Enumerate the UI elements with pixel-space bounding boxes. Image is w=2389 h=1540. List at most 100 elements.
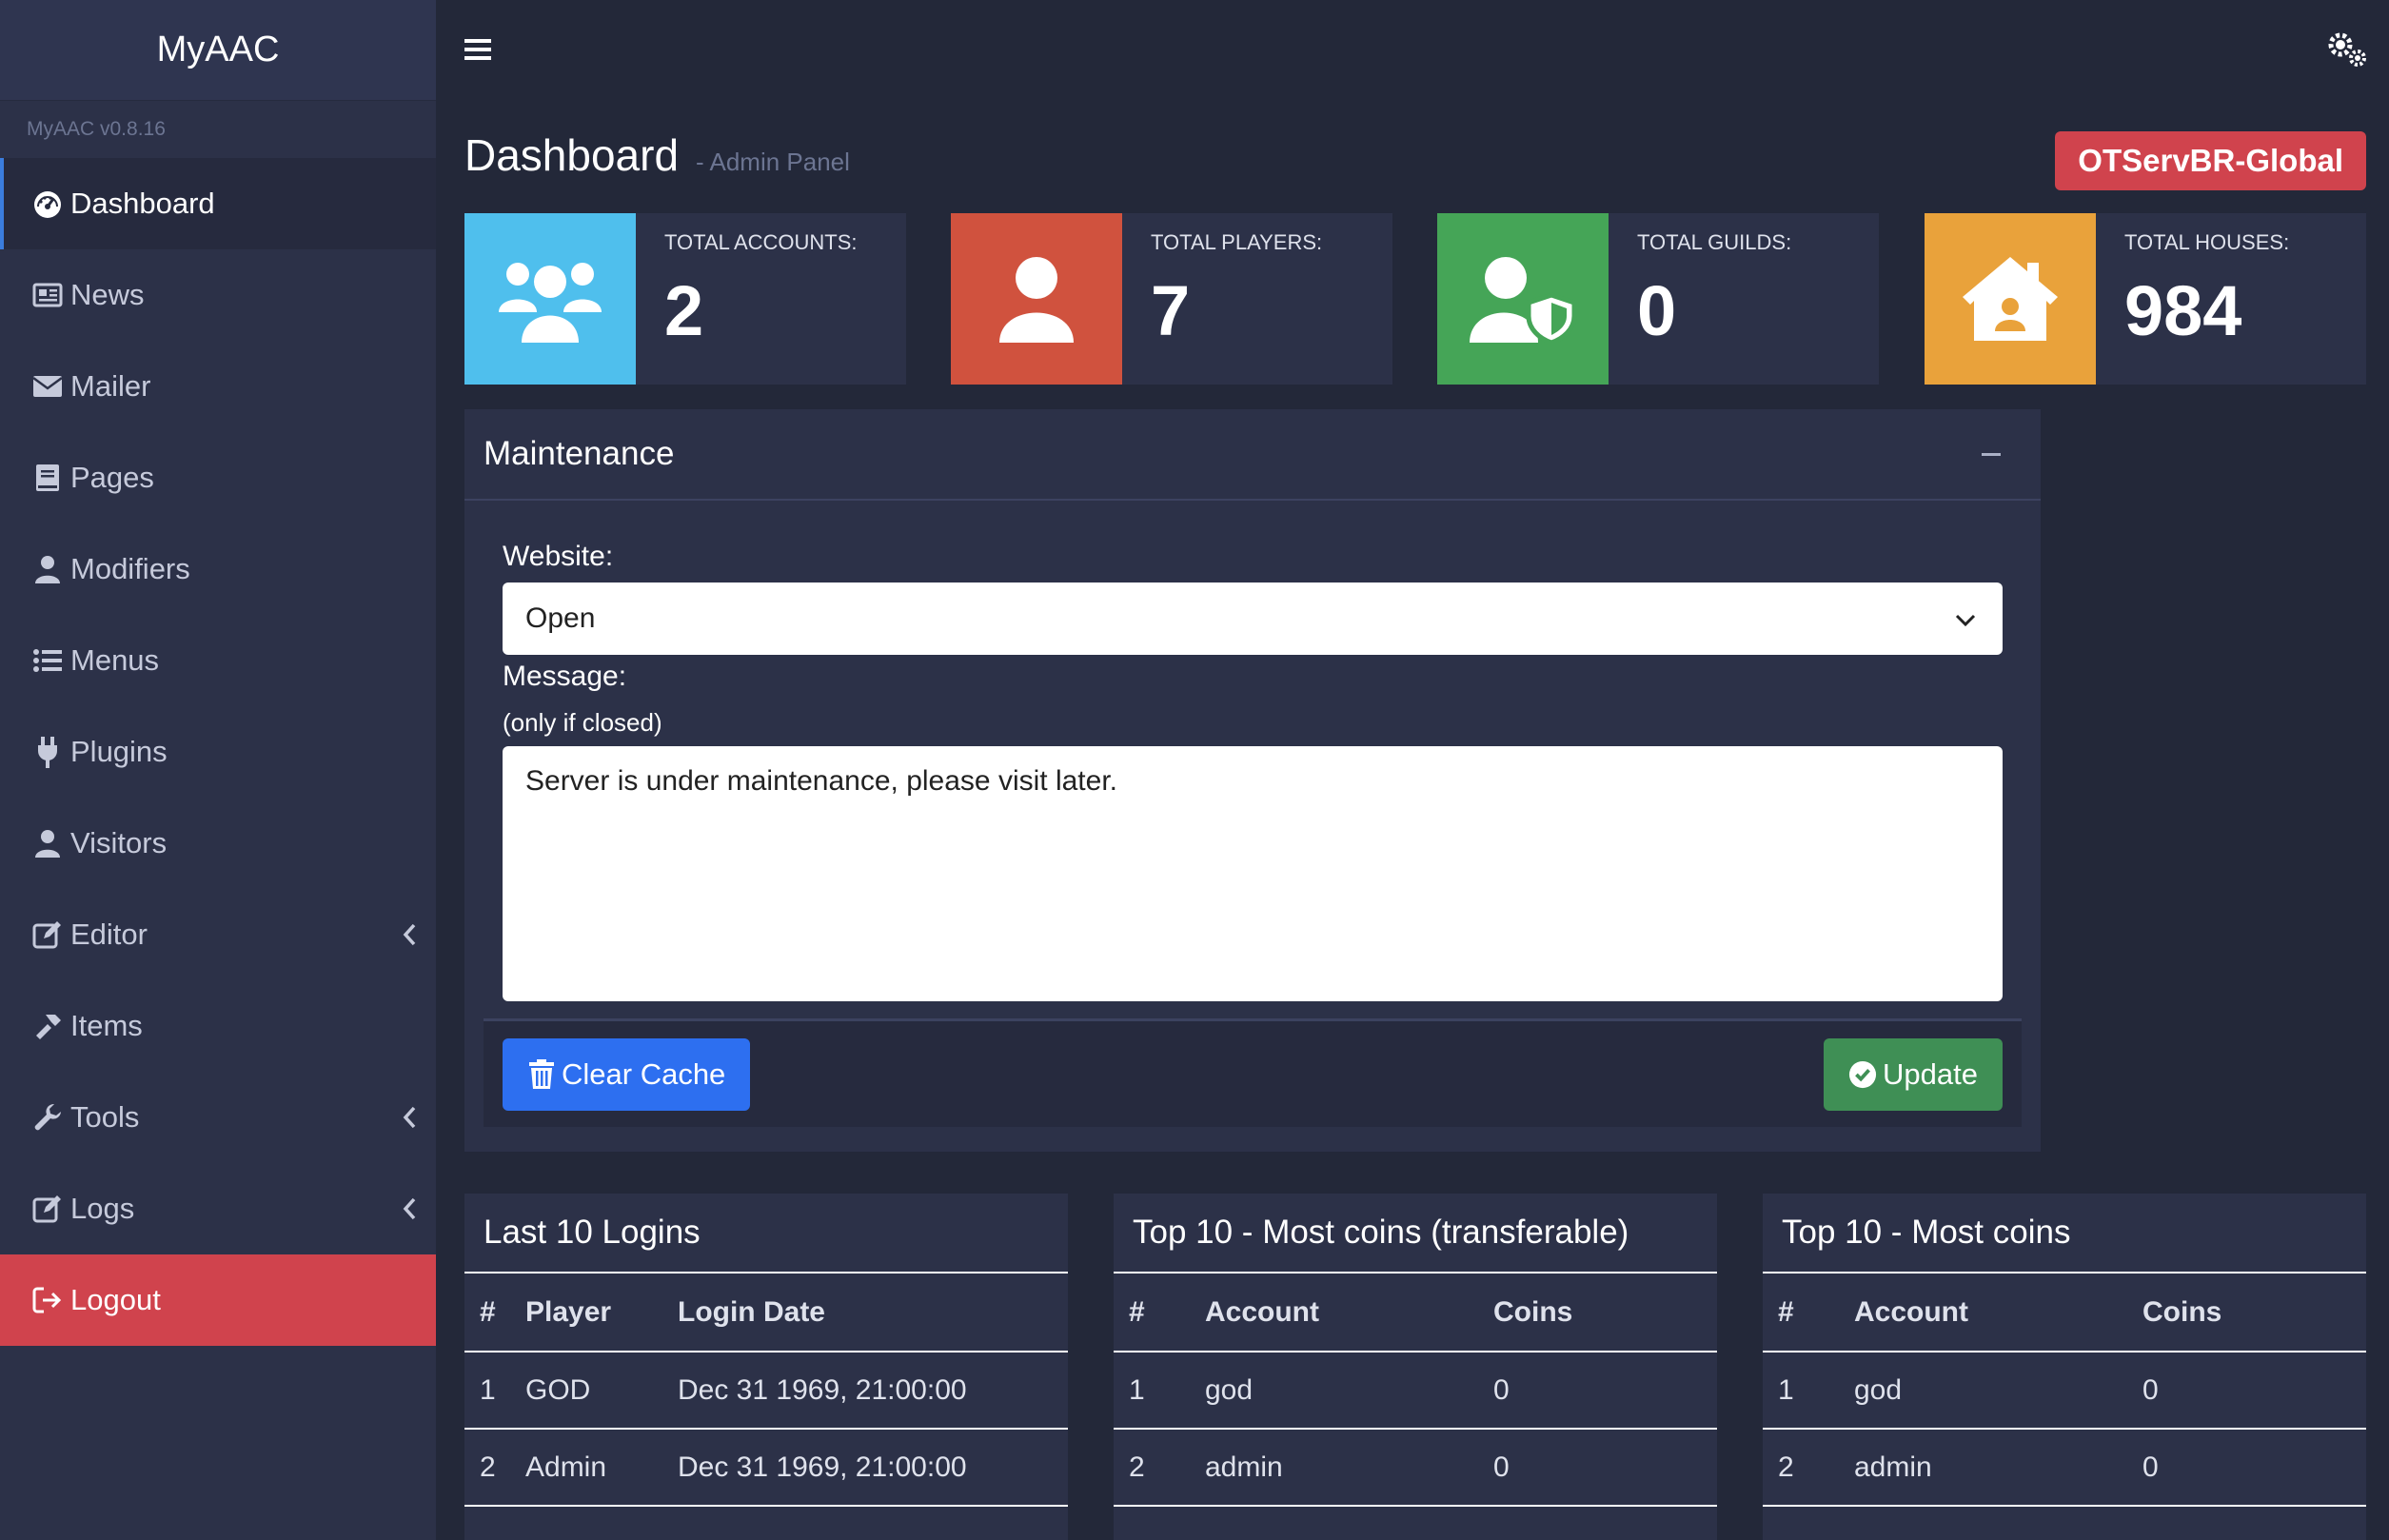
sidebar-item-label: Logout <box>70 1283 161 1316</box>
sidebar-item-modifiers[interactable]: Modifiers <box>0 523 436 615</box>
column-header: Login Date <box>678 1273 1068 1352</box>
update-label: Update <box>1883 1057 1978 1091</box>
sidebar-item-label: Editor <box>70 918 148 951</box>
column-header: Coins <box>2142 1273 2366 1352</box>
sidebar-item-logs[interactable]: Logs <box>0 1163 436 1254</box>
table-row: 2 admin 0 <box>1114 1429 1717 1507</box>
table-cell: 1 <box>1763 1352 1854 1430</box>
stat-value: 984 <box>2124 271 2242 350</box>
table-cell: Dec 31 1969, 21:00:00 <box>678 1429 1068 1507</box>
table-cell: god <box>1205 1352 1493 1430</box>
table-cell: 0 <box>1493 1429 1717 1507</box>
brand[interactable]: MyAAC <box>0 0 436 101</box>
sidebar-item-label: Modifiers <box>70 552 190 585</box>
stat-value: 2 <box>664 271 704 350</box>
top-coins-title: Top 10 - Most coins <box>1763 1194 2366 1273</box>
table-row: 1 god 0 <box>1763 1352 2366 1430</box>
stat-total-houses: TOTAL HOUSES: 984 <box>1925 213 2366 385</box>
sidebar-item-tools[interactable]: Tools <box>0 1072 436 1163</box>
hamburger-menu-icon[interactable] <box>463 34 493 65</box>
check-circle-icon <box>1848 1060 1877 1089</box>
sidebar-item-visitors[interactable]: Visitors <box>0 798 436 889</box>
table-cell: 1 <box>1114 1352 1205 1430</box>
topbar <box>436 0 2389 101</box>
sidebar-item-mailer[interactable]: Mailer <box>0 341 436 432</box>
maintenance-title: Maintenance <box>484 435 675 472</box>
stat-label: TOTAL PLAYERS: <box>1151 230 1323 254</box>
stat-label: TOTAL GUILDS: <box>1637 230 1792 254</box>
column-header: # <box>464 1273 525 1352</box>
message-textarea[interactable]: Server is under maintenance, please visi… <box>503 746 2003 1001</box>
clear-cache-label: Clear Cache <box>562 1057 726 1091</box>
last-logins-card: Last 10 Logins # Player Login Date 1 GOD… <box>464 1194 1068 1540</box>
table-row: 1 god 0 <box>1114 1352 1717 1430</box>
table-cell: 2 <box>1763 1429 1854 1507</box>
column-header: # <box>1114 1273 1205 1352</box>
sidebar-item-menus[interactable]: Menus <box>0 615 436 706</box>
table-row: 1 GOD Dec 31 1969, 21:00:00 <box>464 1352 1068 1430</box>
table-cell: admin <box>1205 1429 1493 1507</box>
stat-label: TOTAL HOUSES: <box>2124 230 2290 254</box>
stat-label: TOTAL ACCOUNTS: <box>664 230 858 254</box>
sidebar-item-news[interactable]: News <box>0 249 436 341</box>
chevron-left-icon <box>403 1197 416 1220</box>
sidebar-item-pages[interactable]: Pages <box>0 432 436 523</box>
server-name-badge: OTServBR-Global <box>2055 131 2366 190</box>
chevron-left-icon <box>403 1106 416 1129</box>
sidebar-item-label: Pages <box>70 461 154 494</box>
house-icon <box>1925 213 2096 385</box>
sign-out-icon <box>30 1283 65 1317</box>
user-shield-icon <box>1437 213 1609 385</box>
table-cell: 2 <box>1114 1429 1205 1507</box>
sidebar-item-label: Menus <box>70 643 160 677</box>
update-button[interactable]: Update <box>1824 1038 2003 1111</box>
stat-total-guilds: TOTAL GUILDS: 0 <box>1437 213 1879 385</box>
chevron-down-icon <box>1955 614 1976 627</box>
hammer-icon <box>30 1009 65 1043</box>
maintenance-card: Maintenance Website: Open Message: (only… <box>464 409 2041 1152</box>
table-cell: 0 <box>1493 1352 1717 1430</box>
sidebar-item-dashboard[interactable]: Dashboard <box>0 158 436 249</box>
stat-total-accounts: TOTAL ACCOUNTS: 2 <box>464 213 906 385</box>
maintenance-header: Maintenance <box>464 409 2041 501</box>
settings-gears-icon[interactable] <box>2326 30 2368 69</box>
table-cell: Dec 31 1969, 21:00:00 <box>678 1352 1068 1430</box>
top-coins-transferable-table: # Account Coins 1 god 0 2 admin 0 <box>1114 1273 1717 1507</box>
sidebar-item-label: Tools <box>70 1100 140 1134</box>
sidebar-item-label: Mailer <box>70 369 151 403</box>
table-row: 2 Admin Dec 31 1969, 21:00:00 <box>464 1429 1068 1507</box>
column-header: Coins <box>1493 1273 1717 1352</box>
clear-cache-button[interactable]: Clear Cache <box>503 1038 751 1111</box>
stat-total-players: TOTAL PLAYERS: 7 <box>951 213 1392 385</box>
edit-icon <box>30 1192 65 1226</box>
chevron-left-icon <box>403 923 416 946</box>
collapse-icon[interactable] <box>1982 453 2001 456</box>
sidebar-item-plugins[interactable]: Plugins <box>0 706 436 798</box>
column-header: Player <box>525 1273 678 1352</box>
top-coins-transferable-title: Top 10 - Most coins (transferable) <box>1114 1194 1717 1273</box>
wrench-icon <box>30 1100 65 1135</box>
page-title: Dashboard <box>464 130 680 180</box>
table-cell: 1 <box>464 1352 525 1430</box>
sidebar: MyAAC MyAAC v0.8.16 Dashboard News Maile… <box>0 0 436 1540</box>
envelope-icon <box>30 369 65 404</box>
sidebar-item-editor[interactable]: Editor <box>0 889 436 980</box>
stat-value: 7 <box>1151 271 1191 350</box>
version-label: MyAAC v0.8.16 <box>27 118 166 140</box>
book-icon <box>30 461 65 495</box>
last-logins-table: # Player Login Date 1 GOD Dec 31 1969, 2… <box>464 1273 1068 1507</box>
sidebar-item-label: News <box>70 278 145 311</box>
sidebar-item-label: Plugins <box>70 735 168 768</box>
table-cell: 2 <box>464 1429 525 1507</box>
sidebar-item-items[interactable]: Items <box>0 980 436 1072</box>
message-hint: (only if closed) <box>503 708 662 737</box>
website-status-select[interactable]: Open <box>503 582 2003 655</box>
sidebar-item-label: Items <box>70 1009 143 1042</box>
trash-icon <box>529 1059 554 1089</box>
dashboard-icon <box>30 187 65 221</box>
top-coins-transferable-card: Top 10 - Most coins (transferable) # Acc… <box>1114 1194 1717 1540</box>
user-icon <box>951 213 1122 385</box>
sidebar-item-label: Logs <box>70 1192 135 1225</box>
sidebar-item-logout[interactable]: Logout <box>0 1254 436 1346</box>
user-icon <box>30 552 65 586</box>
